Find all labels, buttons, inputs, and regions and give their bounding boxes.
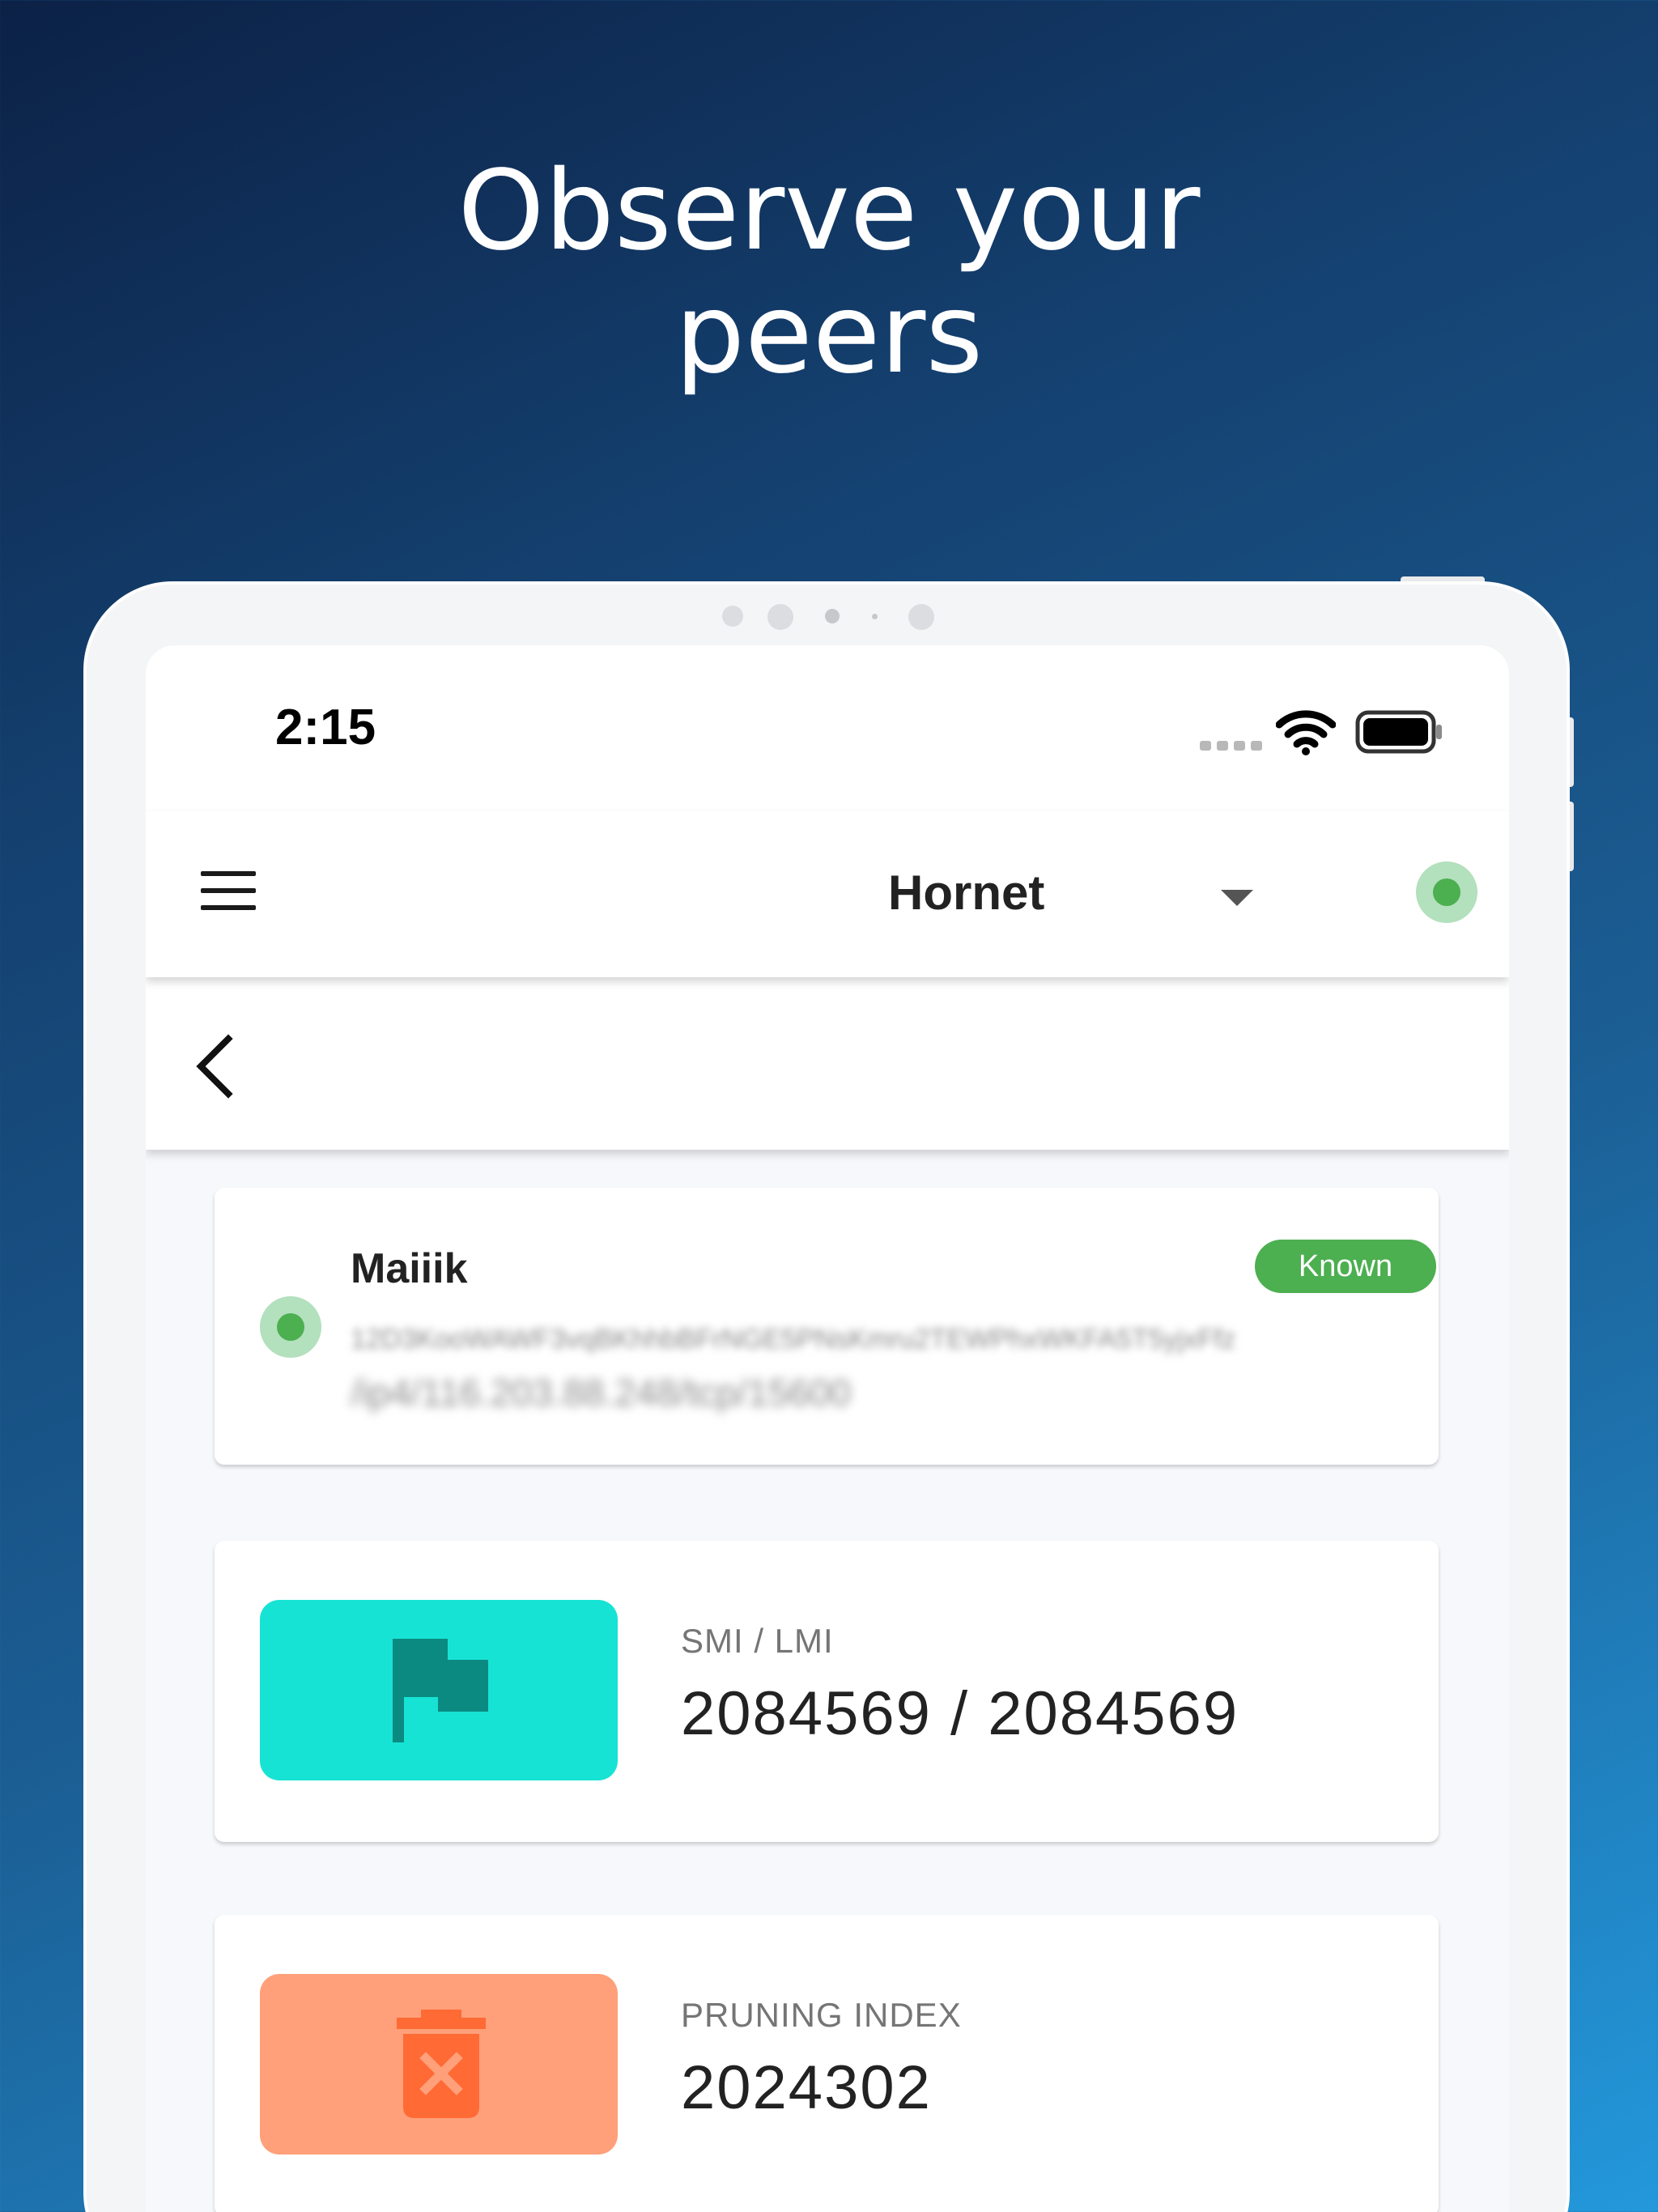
camera-lens — [825, 609, 840, 623]
stat-value: 2024302 — [681, 2053, 932, 2122]
peer-address: /ip4/116.203.88.248/tcp/15600 — [351, 1372, 852, 1414]
trash-delete-icon — [397, 2010, 486, 2118]
stat-icon-box — [260, 1974, 618, 2155]
headline: Observe your peers — [0, 150, 1658, 396]
sub-navigation-bar — [146, 977, 1509, 1150]
wifi-icon — [1276, 710, 1336, 755]
sensor-dot — [872, 614, 878, 619]
sensor-dot — [767, 604, 793, 630]
peer-status-indicator — [260, 1296, 321, 1358]
camera-sensors — [0, 599, 1658, 630]
hamburger-menu-icon[interactable] — [201, 871, 256, 910]
sensor-dot — [908, 604, 934, 630]
battery-icon — [1355, 710, 1442, 754]
headline-line-1: Observe your — [457, 147, 1201, 275]
sensor-dot — [722, 606, 743, 627]
peer-name: Maiiik — [351, 1245, 468, 1292]
cellular-signal-icon — [1200, 741, 1262, 751]
peer-card[interactable]: Maiiik Known 12D3KooWAWF3vqBKhhbBFrNGE5P… — [215, 1188, 1439, 1465]
flag-icon — [393, 1639, 488, 1742]
connection-status-indicator — [1416, 861, 1477, 923]
status-time: 2:15 — [275, 700, 376, 755]
node-name: Hornet — [888, 866, 1045, 920]
stat-card-pruning-index: PRUNING INDEX 2024302 — [215, 1915, 1439, 2212]
back-arrow-icon[interactable] — [189, 1034, 246, 1099]
stat-card-smi-lmi: SMI / LMI 2084569 / 2084569 — [215, 1541, 1439, 1842]
app-bar: Hornet — [146, 811, 1509, 977]
stat-label: SMI / LMI — [681, 1622, 834, 1660]
node-selector-dropdown[interactable]: Hornet — [729, 860, 1279, 933]
stat-label: PRUNING INDEX — [681, 1996, 962, 2034]
caret-down-icon — [1221, 890, 1253, 906]
headline-line-2: peers — [674, 270, 984, 398]
stat-icon-box — [260, 1600, 618, 1780]
status-bar: 2:15 — [146, 645, 1509, 811]
peer-relation-badge: Known — [1255, 1240, 1436, 1293]
peer-id: 12D3KooWAWF3vqBKhhbBFrNGE5PNsKmru2TEWPhx… — [351, 1324, 1236, 1355]
app-screen: 2:15 Hornet Maiiik Known 12D3KooWAWF3vqB… — [146, 645, 1509, 2212]
stat-value: 2084569 / 2084569 — [681, 1679, 1239, 1748]
